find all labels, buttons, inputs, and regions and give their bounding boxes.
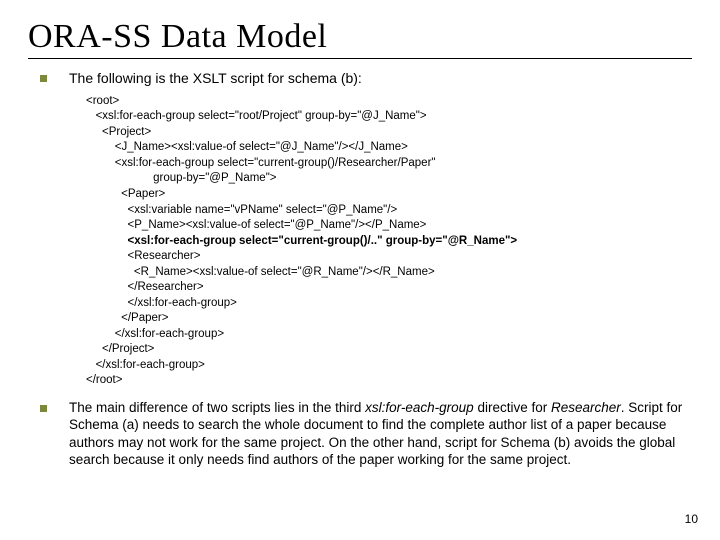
code-line: </root>	[86, 374, 122, 386]
code-line: </xsl:for-each-group>	[86, 359, 205, 371]
code-block: <root> <xsl:for-each-group select="root/…	[86, 94, 692, 389]
title-rule	[28, 58, 692, 59]
code-line: <xsl:for-each-group select="current-grou…	[86, 157, 435, 169]
bullet-icon	[40, 405, 47, 412]
code-line: </xsl:for-each-group>	[86, 297, 237, 309]
code-line: </Paper>	[86, 312, 168, 324]
code-line-bold: <xsl:for-each-group select="current-grou…	[86, 235, 517, 247]
code-line: <Paper>	[86, 188, 165, 200]
code-line: <Researcher>	[86, 250, 200, 262]
page-number: 10	[685, 512, 698, 526]
footer-row: The main difference of two scripts lies …	[40, 399, 692, 469]
code-line: <J_Name><xsl:value-of select="@J_Name"/>…	[86, 141, 408, 153]
footer-ital: xsl:for-each-group	[365, 400, 474, 415]
footer-pre: The main difference of two scripts lies …	[69, 400, 365, 415]
code-line: <xsl:for-each-group select="root/Project…	[86, 110, 427, 122]
footer-mid: directive for	[474, 400, 551, 415]
code-line: <P_Name><xsl:value-of select="@P_Name"/>…	[86, 219, 426, 231]
code-line: <Project>	[86, 126, 151, 138]
code-line: </xsl:for-each-group>	[86, 328, 224, 340]
bullet-icon	[40, 75, 47, 82]
intro-row: The following is the XSLT script for sch…	[40, 69, 692, 88]
code-line: <root>	[86, 95, 119, 107]
page-title: ORA-SS Data Model	[28, 18, 692, 56]
footer-text: The main difference of two scripts lies …	[69, 399, 692, 469]
code-line: </Researcher>	[86, 281, 204, 293]
code-line: <R_Name><xsl:value-of select="@R_Name"/>…	[86, 266, 435, 278]
code-line: group-by="@P_Name">	[86, 172, 277, 184]
footer-ital: Researcher	[551, 400, 621, 415]
code-line: </Project>	[86, 343, 154, 355]
intro-text: The following is the XSLT script for sch…	[69, 69, 362, 88]
code-line: <xsl:variable name="vPName" select="@P_N…	[86, 204, 397, 216]
